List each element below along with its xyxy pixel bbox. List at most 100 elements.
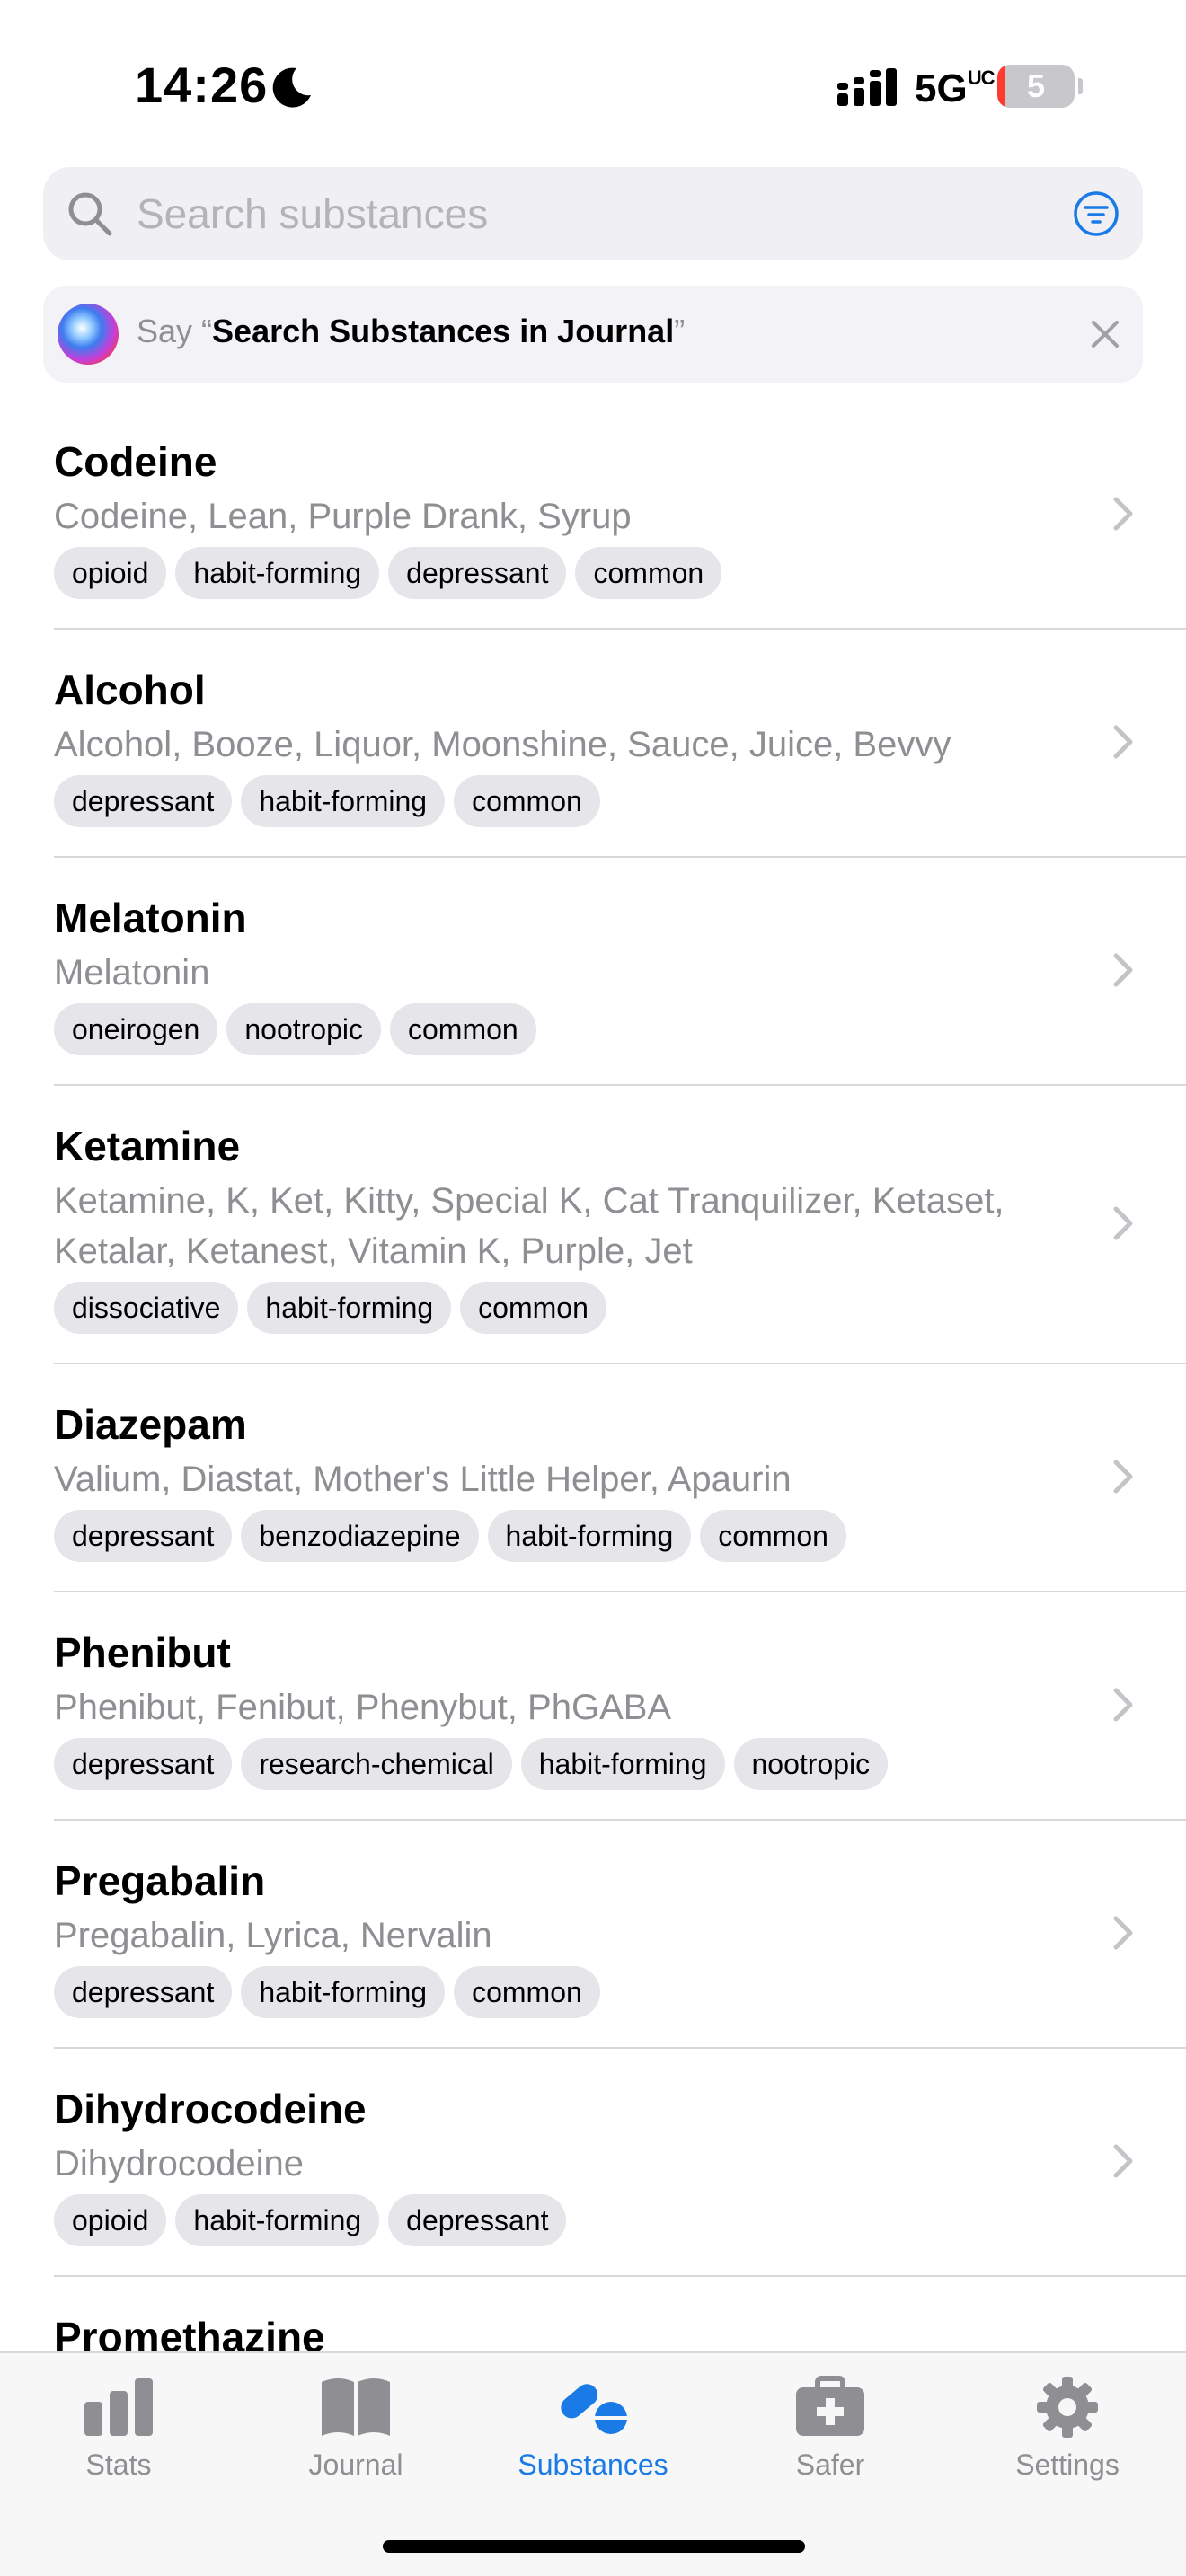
substance-row-content: Dihydrocodeine Dihydrocodeine opioid habit-…	[0, 2047, 1186, 2275]
tag-list: depressant habit-forming common	[54, 775, 1078, 827]
category-tag: common	[575, 547, 722, 599]
book-icon	[322, 2378, 390, 2436]
chevron-right-icon	[1113, 1206, 1133, 1240]
search-input[interactable]	[137, 183, 1035, 244]
battery-level: 5	[1026, 67, 1046, 104]
siri-tip-prefix: Say “	[137, 313, 213, 349]
siri-tip-suffix: ”	[674, 313, 686, 349]
siri-icon	[58, 304, 119, 365]
substance-row[interactable]: Phenibut Phenibut, Fenibut, Phenybut, PhG…	[0, 1591, 1186, 1821]
category-tag: habit-forming	[241, 1966, 446, 2018]
screen: 14:26 5GUC 5 Search substances Say “Sear…	[0, 0, 1186, 2576]
tab-journal[interactable]: Journal	[237, 2375, 474, 2501]
network-label: 5G	[915, 66, 968, 110]
substance-aliases: Melatonin	[54, 953, 210, 992]
category-tag: habit-forming	[175, 547, 380, 599]
category-tag: nootropic	[733, 1738, 889, 1790]
substance-row-content: Pregabalin Pregabalin, Lyrica, Nervalin de…	[0, 1819, 1186, 2047]
tag-list: opioid habit-forming depressant common	[54, 547, 1078, 599]
tab-settings[interactable]: Settings	[949, 2375, 1186, 2501]
tag-list: depressant benzodiazepine habit-forming com…	[54, 1510, 1078, 1562]
substance-name: Alcohol	[54, 666, 206, 713]
moon-icon	[272, 67, 311, 108]
substance-name: Ketamine	[54, 1123, 241, 1169]
battery-body: 5	[997, 65, 1075, 108]
tab-label: Settings	[1015, 2448, 1120, 2481]
category-tag: common	[454, 775, 600, 827]
gear-icon	[1037, 2377, 1098, 2438]
substance-row-content: Alcohol Alcohol, Booze, Liquor, Moonshine…	[0, 628, 1186, 856]
tab-substances[interactable]: Substances	[474, 2375, 712, 2501]
substance-list: Codeine Codeine, Lean, Purple Drank, Syru…	[0, 400, 1186, 2390]
siri-tip[interactable]: Say “Search Substances in Journal”	[43, 286, 1143, 383]
category-tag: depressant	[54, 1738, 233, 1790]
chevron-right-icon	[1113, 1916, 1133, 1950]
substance-row[interactable]: Diazepam Valium, Diastat, Mother's Little…	[0, 1363, 1186, 1592]
tab-label: Journal	[308, 2448, 403, 2481]
substance-aliases: Dihydrocodeine	[54, 2144, 304, 2183]
tab-label: Safer	[795, 2448, 865, 2481]
category-tag: habit-forming	[247, 1282, 452, 1334]
tag-list: oneirogen nootropic common	[54, 1003, 1078, 1055]
battery-indicator: 5	[997, 65, 1083, 108]
siri-tip-phrase: Search Substances in Journal	[212, 313, 675, 349]
category-tag: habit-forming	[487, 1510, 692, 1562]
status-bar: 14:26 5GUC 5	[0, 0, 1186, 171]
battery-cap	[1078, 78, 1083, 94]
category-tag: common	[700, 1510, 846, 1562]
network-sub-label: UC	[967, 66, 996, 89]
substance-row[interactable]: Codeine Codeine, Lean, Purple Drank, Syru…	[0, 400, 1186, 630]
category-tag: habit-forming	[241, 775, 446, 827]
category-tag: dissociative	[54, 1282, 239, 1334]
category-tag: benzodiazepine	[241, 1510, 479, 1562]
tab-stats[interactable]: Stats	[0, 2375, 237, 2501]
chevron-right-icon	[1113, 497, 1133, 531]
category-tag: nootropic	[226, 1003, 381, 1055]
first-aid-kit-icon	[796, 2376, 864, 2436]
pills-icon	[561, 2384, 627, 2434]
category-tag: depressant	[54, 775, 233, 827]
tab-label: Substances	[518, 2448, 668, 2481]
chevron-right-icon	[1113, 1460, 1133, 1494]
chevron-right-icon	[1113, 1688, 1133, 1722]
home-indicator	[383, 2540, 805, 2553]
substance-aliases: Valium, Diastat, Mother's Little Helper,…	[54, 1460, 792, 1499]
close-icon[interactable]	[1089, 318, 1121, 350]
category-tag: common	[460, 1282, 606, 1334]
substance-name: Diazepam	[54, 1401, 247, 1448]
tag-list: depressant research-chemical habit-forming…	[54, 1738, 1078, 1790]
category-tag: depressant	[54, 1966, 233, 2018]
category-tag: research-chemical	[241, 1738, 512, 1790]
substance-name: Pregabalin	[54, 1857, 266, 1904]
chevron-right-icon	[1113, 2144, 1133, 2178]
substance-aliases: Codeine, Lean, Purple Drank, Syrup	[54, 497, 632, 536]
bar-chart-icon	[84, 2378, 153, 2436]
substance-row[interactable]: Pregabalin Pregabalin, Lyrica, Nervalin de…	[0, 1819, 1186, 2049]
category-tag: habit-forming	[175, 2194, 380, 2246]
category-tag: opioid	[54, 2194, 167, 2246]
category-tag: common	[389, 1003, 536, 1055]
category-tag: depressant	[388, 547, 567, 599]
substance-row[interactable]: Ketamine Ketamine, K, Ket, Kitty, Special…	[0, 1084, 1186, 1364]
search-icon	[68, 192, 112, 236]
chevron-right-icon	[1113, 953, 1133, 987]
category-tag: depressant	[388, 2194, 567, 2246]
chevron-right-icon	[1113, 725, 1133, 759]
filter-icon[interactable]	[1073, 190, 1120, 237]
substance-aliases: Phenibut, Fenibut, Phenybut, PhGABA	[54, 1688, 672, 1727]
substance-row[interactable]: Dihydrocodeine Dihydrocodeine opioid habit-…	[0, 2047, 1186, 2277]
search-bar[interactable]	[43, 167, 1143, 260]
tab-safer[interactable]: Safer	[712, 2375, 949, 2501]
category-tag: opioid	[54, 547, 167, 599]
substance-row[interactable]: Alcohol Alcohol, Booze, Liquor, Moonshine…	[0, 628, 1186, 858]
substance-aliases: Alcohol, Booze, Liquor, Moonshine, Sauce…	[54, 725, 951, 764]
substance-row[interactable]: Melatonin Melatonin oneirogen nootropic comm…	[0, 856, 1186, 1086]
substance-name: Melatonin	[54, 895, 247, 941]
category-tag: oneirogen	[54, 1003, 218, 1055]
tag-list: depressant habit-forming common	[54, 1966, 1078, 2018]
substance-aliases: Ketamine, K, Ket, Kitty, Special K, Cat …	[54, 1181, 1005, 1271]
substance-row-content: Codeine Codeine, Lean, Purple Drank, Syru…	[0, 400, 1186, 628]
category-tag: habit-forming	[520, 1738, 725, 1790]
cellular-signal-icon	[837, 68, 897, 106]
tab-label: Stats	[85, 2448, 152, 2481]
